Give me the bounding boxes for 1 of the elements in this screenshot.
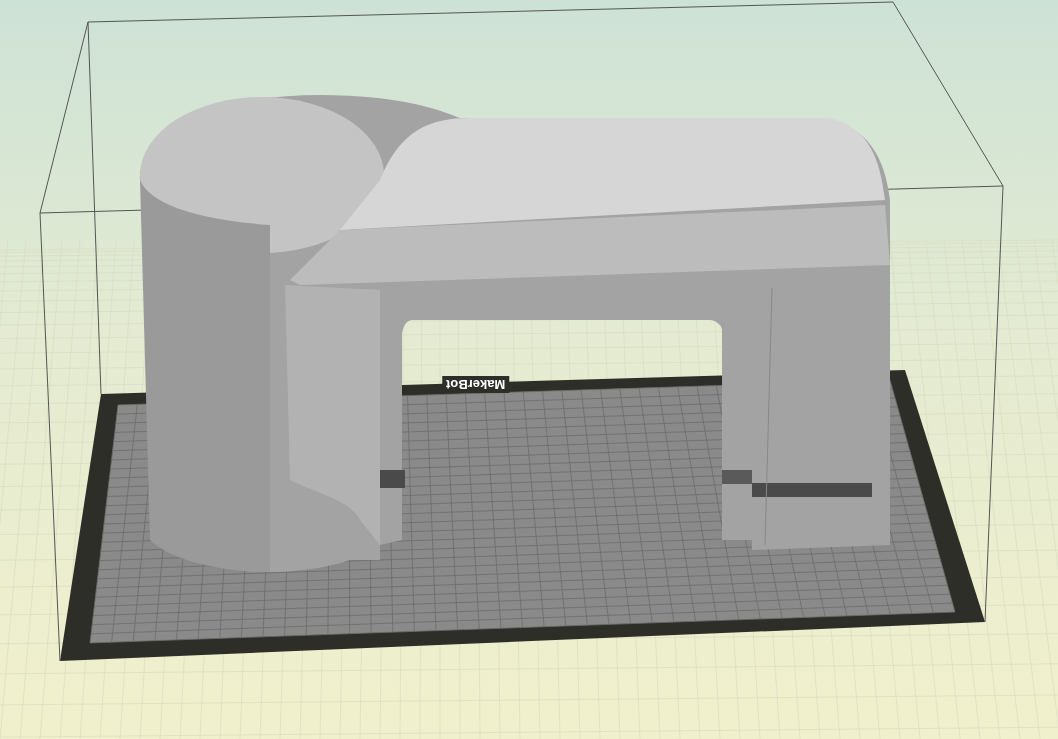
brand-logo: MakerBot xyxy=(442,376,510,393)
